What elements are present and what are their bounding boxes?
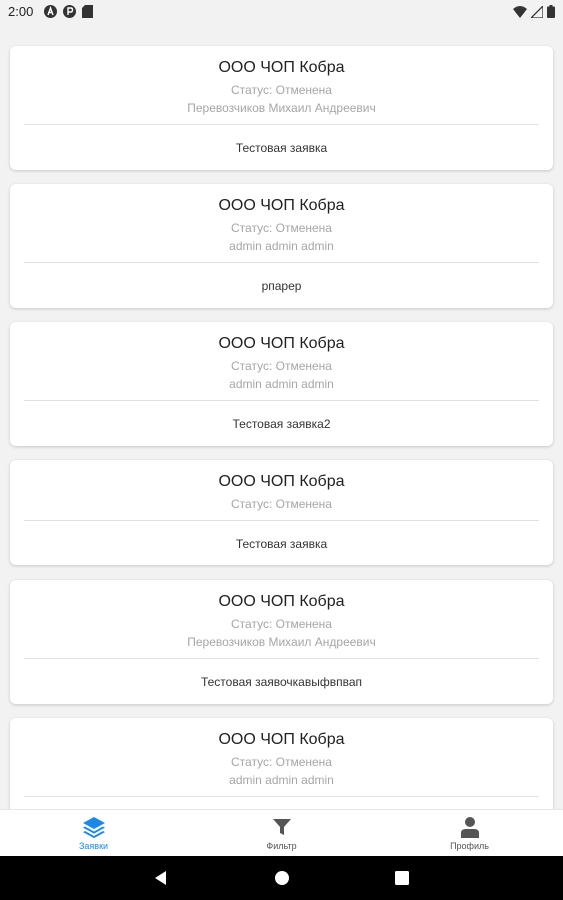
card-person: admin admin admin (229, 377, 334, 391)
card-company-title: ООО ЧОП Кобра (218, 197, 345, 214)
wifi-icon (513, 5, 527, 18)
status-time: 2:00 (8, 4, 34, 19)
recents-icon[interactable] (392, 868, 412, 888)
notification-p-icon (63, 5, 76, 18)
status-notification-icons (44, 5, 93, 18)
card-person: Перевозчиков Михаил Андреевич (187, 635, 376, 649)
card-description: Тестовая заявка (235, 537, 328, 551)
bottom-navigation: Заявки Фильтр Профиль (0, 809, 563, 856)
nav-label-requests: Заявки (78, 841, 109, 851)
card-description: Тестовая заявка (235, 141, 328, 155)
card-status: Статус: Отменена (231, 83, 332, 97)
request-card[interactable]: ООО ЧОП Кобра Статус: Отменена admin adm… (10, 184, 553, 308)
card-divider (24, 796, 539, 797)
nav-item-filter[interactable]: Фильтр (188, 810, 375, 856)
card-divider (24, 520, 539, 521)
card-status: Статус: Отменена (231, 221, 332, 235)
notification-a-icon (44, 5, 57, 18)
request-card[interactable]: ООО ЧОП Кобра Статус: Отменена admin adm… (10, 322, 553, 446)
card-description: рпарер (261, 279, 302, 293)
nav-label-filter: Фильтр (266, 841, 297, 851)
filter-icon (272, 819, 291, 835)
request-card[interactable]: ООО ЧОП Кобра Статус: Отменена Перевозчи… (10, 580, 553, 704)
system-navigation-bar (0, 856, 563, 900)
status-bar: 2:00 (0, 0, 563, 24)
card-company-title: ООО ЧОП Кобра (218, 473, 345, 490)
card-company-title: ООО ЧОП Кобра (218, 731, 345, 748)
card-description: Тестовая заявка2 (232, 417, 331, 431)
card-divider (24, 400, 539, 401)
card-divider (24, 658, 539, 659)
card-person: Перевозчиков Михаил Андреевич (187, 101, 376, 115)
card-divider (24, 124, 539, 125)
battery-icon (547, 5, 555, 18)
signal-icon (531, 5, 543, 18)
sd-card-icon (82, 5, 93, 18)
card-company-title: ООО ЧОП Кобра (218, 335, 345, 352)
request-card[interactable]: ООО ЧОП Кобра Статус: Отменена Перевозчи… (10, 46, 553, 170)
card-status: Статус: Отменена (231, 617, 332, 631)
card-status: Статус: Отменена (231, 755, 332, 769)
card-person: admin admin admin (229, 239, 334, 253)
nav-item-requests[interactable]: Заявки (0, 810, 187, 856)
back-icon[interactable] (151, 868, 171, 888)
card-status: Статус: Отменена (231, 359, 332, 373)
request-card[interactable]: ООО ЧОП Кобра Статус: Отменена admin adm… (10, 718, 553, 809)
card-status: Статус: Отменена (231, 497, 332, 511)
request-card[interactable]: ООО ЧОП Кобра Статус: Отменена Тестовая … (10, 460, 553, 565)
card-person: admin admin admin (229, 773, 334, 787)
requests-list[interactable]: ООО ЧОП Кобра Статус: Отменена Перевозчи… (0, 24, 563, 809)
person-icon (460, 817, 479, 838)
nav-item-profile[interactable]: Профиль (376, 810, 563, 856)
nav-label-profile: Профиль (450, 841, 489, 851)
card-company-title: ООО ЧОП Кобра (218, 593, 345, 610)
card-description: Тестовая заявочкавыфвпвап (200, 675, 363, 689)
home-icon[interactable] (272, 868, 292, 888)
card-company-title: ООО ЧОП Кобра (218, 59, 345, 76)
layers-icon (82, 817, 105, 839)
status-system-icons (513, 5, 555, 18)
card-divider (24, 262, 539, 263)
